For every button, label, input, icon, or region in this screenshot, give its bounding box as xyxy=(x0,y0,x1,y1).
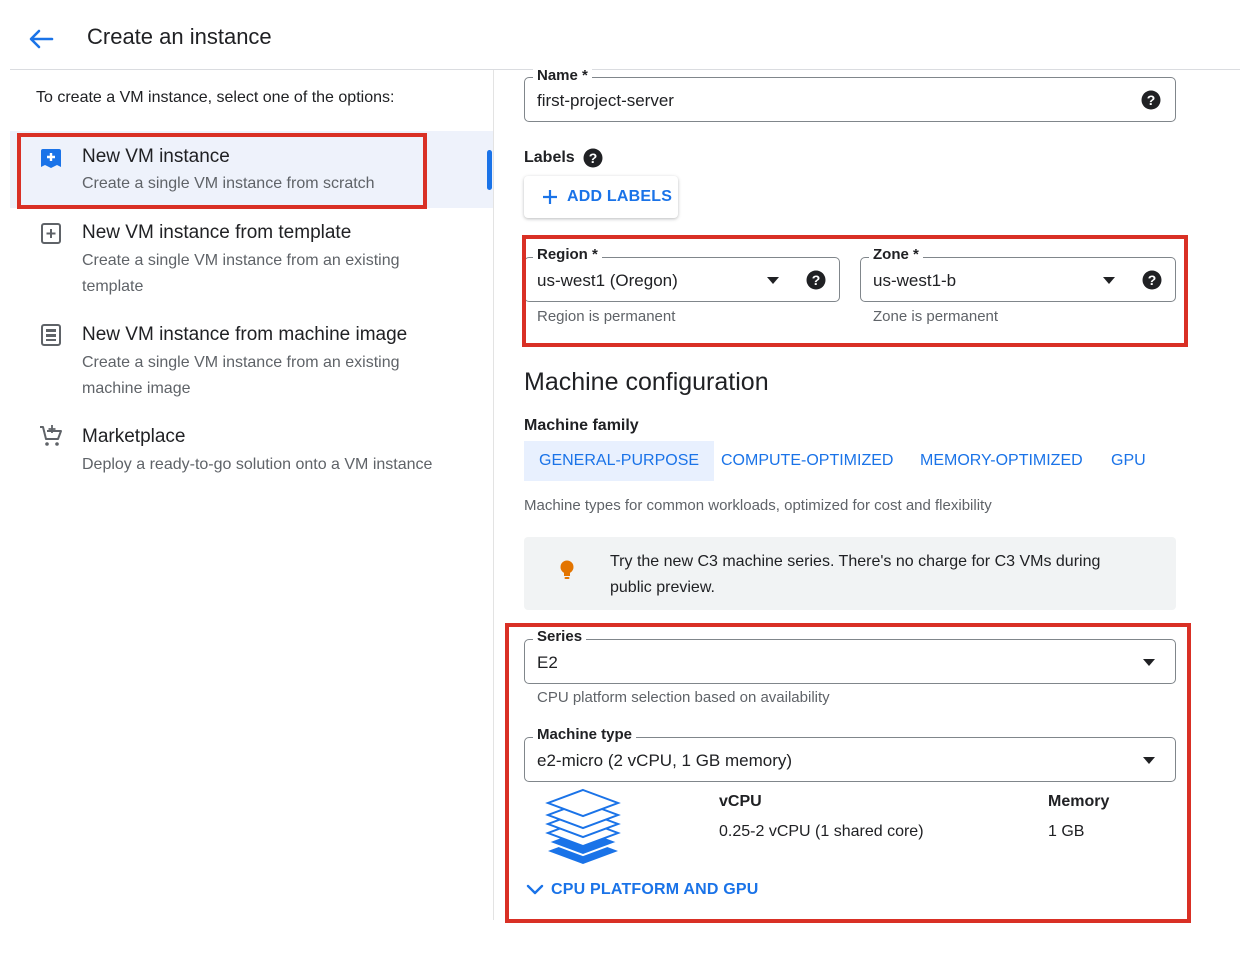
help-icon[interactable]: ? xyxy=(806,270,826,290)
lightbulb-icon xyxy=(560,560,574,579)
machine-type-label: Machine type xyxy=(533,726,637,743)
header-divider xyxy=(10,69,1240,70)
back-button[interactable] xyxy=(26,26,56,52)
cart-icon xyxy=(40,425,62,446)
region-select[interactable]: us-west1 (Oregon) ? xyxy=(524,257,840,302)
machine-stack-icon xyxy=(545,788,621,864)
region-value: us-west1 (Oregon) xyxy=(537,271,678,290)
machine-type-select[interactable]: e2-micro (2 vCPU, 1 GB memory) xyxy=(524,737,1176,782)
add-box-filled-icon xyxy=(41,149,61,168)
add-box-outline-icon xyxy=(41,223,61,244)
option-desc: Deploy a ready-to-go solution onto a VM … xyxy=(82,456,433,473)
zone-hint: Zone is permanent xyxy=(873,308,999,325)
dropdown-arrow-icon xyxy=(1143,659,1155,666)
labels-label: Labels xyxy=(524,149,575,166)
options-intro: To create a VM instance, select one of t… xyxy=(36,89,395,106)
help-icon[interactable]: ? xyxy=(583,148,603,168)
panel-divider xyxy=(493,70,494,920)
machine-family-label: Machine family xyxy=(524,417,639,434)
add-labels-label: ADD LABELS xyxy=(567,188,673,205)
series-value: E2 xyxy=(537,653,558,672)
option-title: Marketplace xyxy=(82,426,186,447)
tab-gpu[interactable]: GPU xyxy=(1111,441,1146,481)
arrow-back-icon xyxy=(29,29,54,49)
memory-value: 1 GB xyxy=(1048,823,1085,840)
dropdown-arrow-icon xyxy=(767,277,779,284)
svg-text:?: ? xyxy=(589,150,598,166)
region-hint: Region is permanent xyxy=(537,308,676,325)
svg-text:?: ? xyxy=(812,272,821,288)
add-labels-button[interactable]: ADD LABELS xyxy=(524,176,678,218)
option-title: New VM instance from machine image xyxy=(82,324,408,345)
name-input-value: first-project-server xyxy=(537,91,674,110)
svg-text:?: ? xyxy=(1148,272,1157,288)
info-text: Try the new C3 machine series. There's n… xyxy=(610,553,1101,596)
region-label: Region * xyxy=(533,246,602,263)
section-heading: Machine configuration xyxy=(524,368,769,396)
series-select[interactable]: E2 xyxy=(524,639,1176,684)
machine-image-icon xyxy=(41,324,61,346)
option-desc: Create a single VM instance from an exis… xyxy=(82,354,400,397)
zone-value: us-west1-b xyxy=(873,271,957,290)
vcpu-value: 0.25-2 vCPU (1 shared core) xyxy=(719,823,924,840)
tab-compute-optimized[interactable]: COMPUTE-OPTIMIZED xyxy=(721,441,893,481)
option-marketplace[interactable]: Marketplace Deploy a ready-to-go solutio… xyxy=(10,416,493,482)
tab-general-purpose[interactable]: GENERAL-PURPOSE xyxy=(524,441,715,481)
option-desc: Create a single VM instance from scratch xyxy=(82,175,375,192)
page-title: Create an instance xyxy=(87,24,272,49)
chevron-down-icon xyxy=(526,884,544,895)
option-desc: Create a single VM instance from an exis… xyxy=(82,252,400,295)
option-from-template[interactable]: New VM instance from template Create a s… xyxy=(10,212,493,302)
zone-select[interactable]: us-west1-b ? xyxy=(860,257,1176,302)
series-hint: CPU platform selection based on availabi… xyxy=(537,689,830,706)
tab-memory-optimized[interactable]: MEMORY-OPTIMIZED xyxy=(920,441,1083,481)
option-title: New VM instance xyxy=(82,146,230,167)
option-from-machine-image[interactable]: New VM instance from machine image Creat… xyxy=(10,314,493,404)
cpu-platform-gpu-label: CPU PLATFORM AND GPU xyxy=(551,881,759,898)
svg-text:?: ? xyxy=(1147,92,1156,108)
selection-indicator xyxy=(487,150,492,190)
plus-icon xyxy=(543,190,557,204)
dropdown-arrow-icon xyxy=(1143,757,1155,764)
option-new-vm-instance[interactable]: New VM instance Create a single VM insta… xyxy=(10,131,493,208)
memory-heading: Memory xyxy=(1048,793,1110,810)
info-banner: Try the new C3 machine series. There's n… xyxy=(524,537,1176,610)
series-label: Series xyxy=(533,628,587,645)
help-icon[interactable]: ? xyxy=(1142,270,1162,290)
name-field[interactable]: first-project-server ? xyxy=(524,77,1176,122)
machine-type-value: e2-micro (2 vCPU, 1 GB memory) xyxy=(537,751,793,770)
help-icon[interactable]: ? xyxy=(1141,90,1161,110)
name-label: Name * xyxy=(533,67,592,84)
zone-label: Zone * xyxy=(869,246,923,263)
vcpu-heading: vCPU xyxy=(719,793,762,810)
machine-family-desc: Machine types for common workloads, opti… xyxy=(524,497,992,514)
option-title: New VM instance from template xyxy=(82,222,352,243)
dropdown-arrow-icon xyxy=(1103,277,1115,284)
